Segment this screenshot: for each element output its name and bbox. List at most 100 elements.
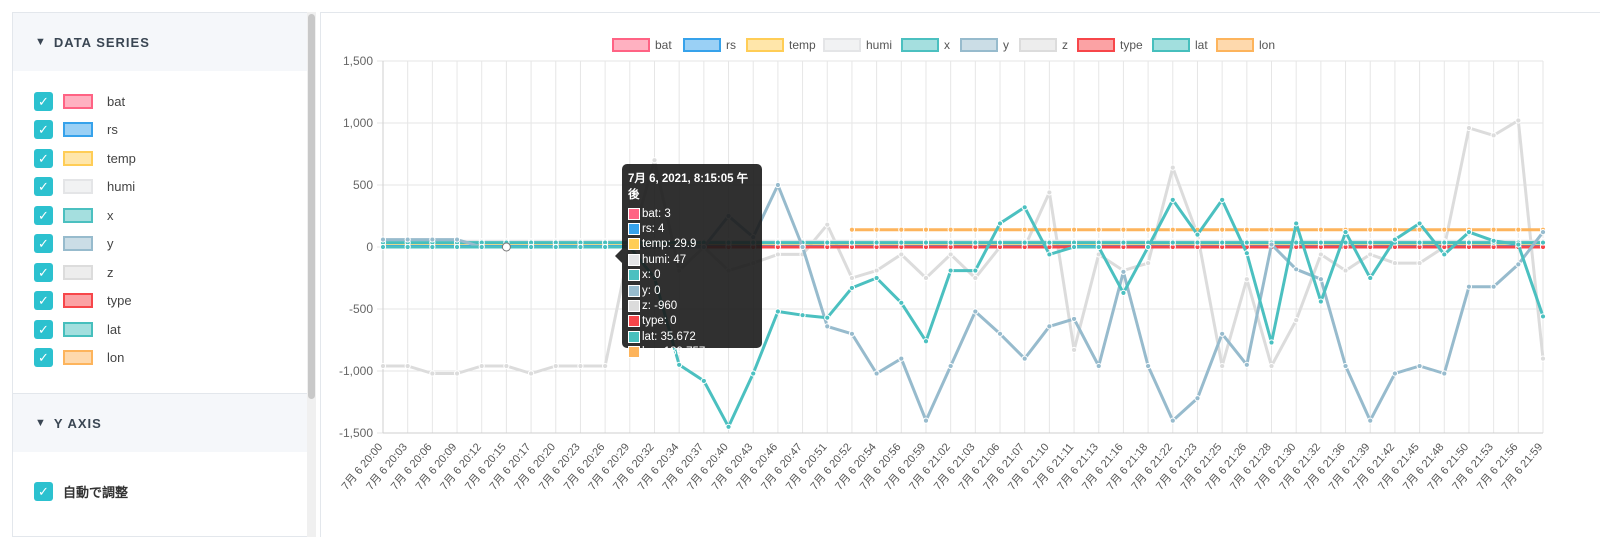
legend-item-x[interactable]: x xyxy=(901,38,950,52)
series-toggle-z[interactable]: ✓ z xyxy=(34,262,114,282)
tooltip-swatch xyxy=(628,253,640,266)
settings-sidebar: ▼ DATA SERIES ✓ bat ✓ rs ✓ temp ✓ humi ✓ x ✓ y ✓ z ✓ ty… xyxy=(12,12,312,537)
tooltip-rows: bat: 3 rs: 4 temp: 29.9 humi: 47 x: 0 y: 0 z: … xyxy=(628,206,756,360)
caret-down-icon: ▼ xyxy=(35,417,47,429)
series-checkbox[interactable]: ✓ xyxy=(34,177,53,196)
series-label: rs xyxy=(107,122,118,137)
tooltip-swatch xyxy=(628,269,640,282)
legend-label: rs xyxy=(726,38,736,52)
tooltip-row: type: 0 xyxy=(628,314,756,329)
series-color-swatch xyxy=(63,150,93,166)
series-checkbox[interactable]: ✓ xyxy=(34,348,53,367)
legend-swatch xyxy=(683,38,721,52)
sidebar-scrollbar-thumb[interactable] xyxy=(308,14,315,399)
legend-label: x xyxy=(944,38,950,52)
tooltip-value: x: 0 xyxy=(642,269,661,282)
tooltip-row: z: -960 xyxy=(628,298,756,313)
tooltip-row: bat: 3 xyxy=(628,206,756,221)
legend-label: lon xyxy=(1259,38,1276,52)
chart-tooltip: 7月 6, 2021, 8:15:05 午後 bat: 3 rs: 4 temp: … xyxy=(622,164,762,359)
series-label: temp xyxy=(107,150,136,166)
legend-swatch xyxy=(746,38,784,52)
series-color-swatch xyxy=(63,93,93,109)
series-label: humi xyxy=(107,179,136,194)
auto-adjust-row[interactable]: ✓ 自動で調整 xyxy=(34,482,128,501)
tooltip-swatch xyxy=(628,330,640,343)
series-toggle-temp[interactable]: ✓ temp xyxy=(34,148,136,168)
tooltip-swatch xyxy=(628,284,640,297)
legend-item-temp[interactable]: temp xyxy=(746,38,816,52)
legend-item-y[interactable]: y xyxy=(960,38,1009,52)
legend-swatch xyxy=(612,38,650,52)
series-checkbox[interactable]: ✓ xyxy=(34,262,53,282)
series-toggle-x[interactable]: ✓ x xyxy=(34,205,114,225)
data-series-header[interactable]: ▼ DATA SERIES xyxy=(13,13,307,71)
series-checkbox[interactable]: ✓ xyxy=(34,291,53,310)
legend-swatch xyxy=(1152,38,1190,52)
checkmark-icon: ✓ xyxy=(38,236,49,251)
checkmark-icon: ✓ xyxy=(38,207,49,223)
series-checkbox[interactable]: ✓ xyxy=(34,319,53,339)
tooltip-row: lon: 139.757 xyxy=(628,345,756,360)
legend-label: y xyxy=(1003,38,1009,52)
legend-item-humi[interactable]: humi xyxy=(823,38,892,52)
checkmark-icon: ✓ xyxy=(38,93,49,109)
series-color-swatch xyxy=(63,236,93,251)
auto-adjust-checkbox[interactable]: ✓ xyxy=(34,482,53,501)
series-checkbox[interactable]: ✓ xyxy=(34,120,53,139)
legend-label: z xyxy=(1062,38,1068,52)
legend-item-lat[interactable]: lat xyxy=(1152,38,1208,52)
legend-swatch xyxy=(823,38,861,52)
legend-item-bat[interactable]: bat xyxy=(612,38,672,52)
tooltip-swatch xyxy=(628,207,640,220)
legend-label: type xyxy=(1120,38,1143,52)
tooltip-row: y: 0 xyxy=(628,283,756,298)
tooltip-arrow xyxy=(615,249,622,263)
legend-item-z[interactable]: z xyxy=(1019,38,1068,52)
series-label: type xyxy=(107,293,132,308)
tooltip-value: lat: 35.672 xyxy=(642,330,696,343)
series-toggle-bat[interactable]: ✓ bat xyxy=(34,91,125,111)
series-toggle-y[interactable]: ✓ y xyxy=(34,234,114,254)
legend-label: humi xyxy=(866,38,893,52)
legend-item-rs[interactable]: rs xyxy=(683,38,736,52)
tooltip-value: humi: 47 xyxy=(642,253,687,266)
tooltip-value: bat: 3 xyxy=(642,207,671,220)
series-label: lon xyxy=(107,350,125,365)
tooltip-swatch xyxy=(628,315,640,328)
tooltip-row: rs: 4 xyxy=(628,221,756,236)
series-label: bat xyxy=(107,93,126,109)
checkmark-icon: ✓ xyxy=(38,293,49,308)
series-toggle-lon[interactable]: ✓ lon xyxy=(34,348,124,368)
legend-label: bat xyxy=(655,38,672,52)
series-toggle-humi[interactable]: ✓ humi xyxy=(34,177,135,197)
series-label: y xyxy=(107,236,114,251)
tooltip-value: type: 0 xyxy=(642,315,677,328)
series-color-swatch xyxy=(63,207,93,223)
tooltip-title: 7月 6, 2021, 8:15:05 午後 xyxy=(628,173,749,201)
tooltip-row: lat: 35.672 xyxy=(628,329,756,344)
series-color-swatch xyxy=(63,321,93,337)
series-checkbox[interactable]: ✓ xyxy=(34,91,53,111)
series-checkbox[interactable]: ✓ xyxy=(34,148,53,168)
series-checkbox[interactable]: ✓ xyxy=(34,234,53,253)
tooltip-swatch xyxy=(628,223,640,236)
tooltip-swatch xyxy=(628,238,640,251)
series-color-swatch xyxy=(63,350,93,365)
series-toggle-type[interactable]: ✓ type xyxy=(34,291,132,311)
series-color-swatch xyxy=(63,122,93,137)
y-axis-title: Y AXIS xyxy=(53,415,102,431)
tooltip-value: temp: 29.9 xyxy=(642,238,697,251)
checkmark-icon: ✓ xyxy=(38,122,49,137)
tooltip-value: y: 0 xyxy=(642,284,661,297)
checkmark-icon: ✓ xyxy=(38,179,49,194)
series-color-swatch xyxy=(63,264,93,280)
series-toggle-lat[interactable]: ✓ lat xyxy=(34,319,121,339)
tooltip-value: rs: 4 xyxy=(642,223,665,236)
y-axis-header[interactable]: ▼ Y AXIS xyxy=(13,394,307,452)
series-toggle-rs[interactable]: ✓ rs xyxy=(34,120,118,140)
legend-item-lon[interactable]: lon xyxy=(1216,38,1275,52)
legend-item-type[interactable]: type xyxy=(1077,38,1143,52)
legend-label: temp xyxy=(789,38,816,52)
series-checkbox[interactable]: ✓ xyxy=(34,205,53,225)
